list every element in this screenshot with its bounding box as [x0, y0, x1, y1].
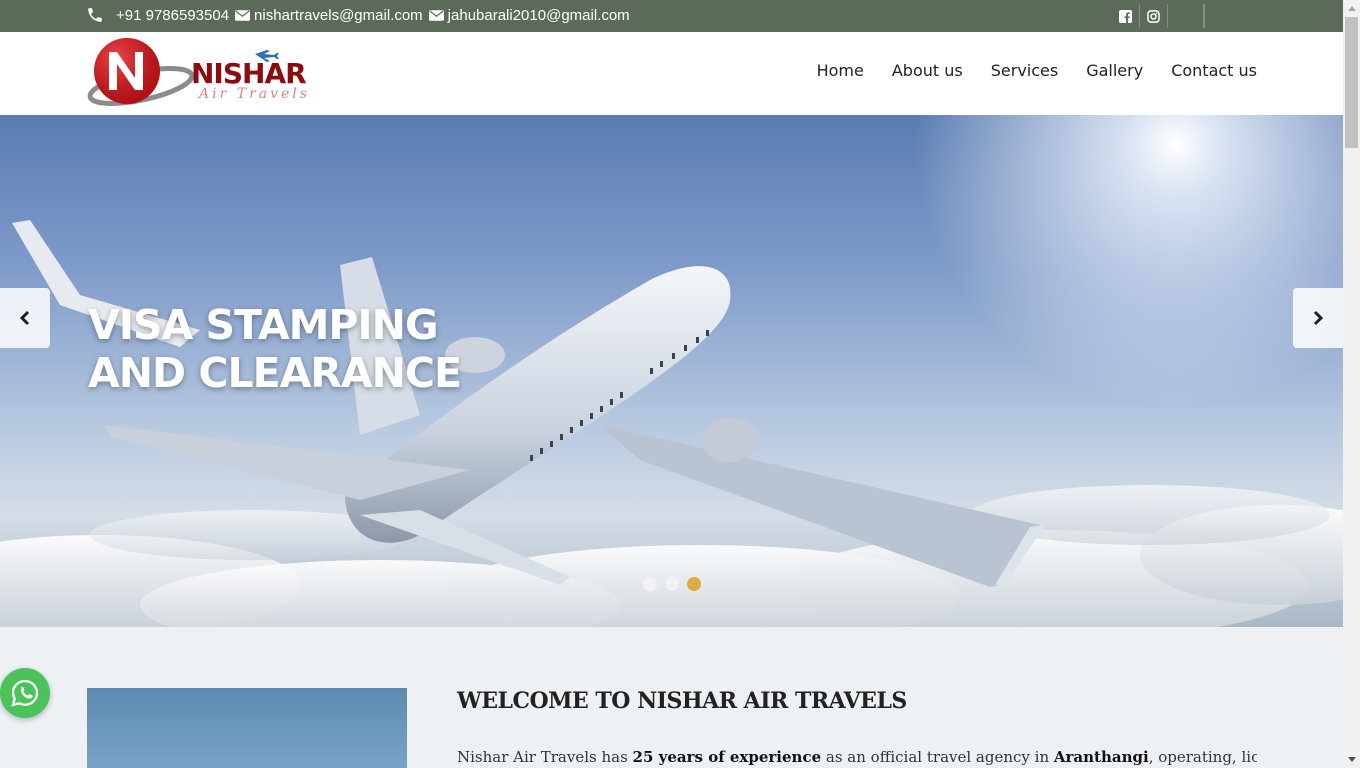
mail-icon	[235, 9, 251, 21]
welcome-title: WELCOME TO NISHAR AIR TRAVELS	[457, 688, 907, 714]
logo-tagline: Air Travels	[197, 86, 310, 102]
social-slot	[1168, 4, 1204, 28]
chevron-left-icon	[19, 310, 30, 326]
hero-title-line-1: VISA STAMPING	[88, 301, 439, 349]
slide-indicator-2[interactable]	[665, 577, 679, 591]
scrollbar-thumb[interactable]	[1345, 17, 1358, 148]
arrow-up-icon	[1347, 6, 1356, 11]
facebook-link[interactable]	[1112, 4, 1140, 28]
instagram-icon	[1147, 9, 1160, 23]
social-links	[1112, 4, 1236, 28]
phone-number[interactable]: +91 9786593504	[116, 7, 229, 24]
facebook-icon	[1119, 9, 1132, 23]
logo-emblem: NISHAR Air Travels	[87, 38, 310, 106]
slider-prev-button[interactable]	[0, 288, 50, 348]
nav-home[interactable]: Home	[817, 61, 864, 80]
scroll-up-button[interactable]	[1343, 0, 1360, 17]
slider-indicators	[643, 577, 701, 591]
hero-title: VISA STAMPING AND CLEARANCE	[88, 301, 508, 397]
whatsapp-icon	[11, 679, 39, 707]
page-scrollbar[interactable]	[1343, 0, 1360, 768]
social-slot	[1204, 4, 1236, 28]
instagram-link[interactable]	[1140, 4, 1168, 28]
nav-gallery[interactable]: Gallery	[1086, 61, 1143, 80]
top-bar: +91 9786593504 nishartravels@gmail.com j…	[0, 0, 1343, 32]
nav-about-us[interactable]: About us	[892, 61, 963, 80]
scroll-down-button[interactable]	[1343, 751, 1360, 768]
hero-slider: VISA STAMPING AND CLEARANCE	[0, 115, 1343, 627]
slide-indicator-1[interactable]	[643, 577, 657, 591]
site-header: NISHAR Air Travels Home About us Service…	[0, 32, 1343, 115]
slider-next-button[interactable]	[1293, 288, 1343, 348]
welcome-text-part: as an official travel agency in	[821, 748, 1054, 766]
chevron-right-icon	[1313, 310, 1324, 326]
welcome-text-bold: 25 years of experience	[632, 748, 822, 766]
email-link-1[interactable]: nishartravels@gmail.com	[254, 7, 423, 24]
mail-icon	[428, 9, 444, 21]
contact-info: +91 9786593504 nishartravels@gmail.com j…	[86, 6, 634, 24]
phone-icon	[88, 8, 102, 22]
email-link-2[interactable]: jahubarali2010@gmail.com	[448, 7, 630, 24]
welcome-text-part: , operating, licensed,	[1148, 748, 1257, 766]
welcome-text-part: Nishar Air Travels has	[457, 748, 633, 766]
nav-services[interactable]: Services	[991, 61, 1058, 80]
slide-indicator-3[interactable]	[687, 577, 701, 591]
arrow-down-icon	[1347, 757, 1356, 762]
nav-contact-us[interactable]: Contact us	[1171, 61, 1257, 80]
welcome-text: Nishar Air Travels has 25 years of exper…	[457, 748, 1257, 766]
site-logo[interactable]: NISHAR Air Travels	[87, 34, 347, 112]
main-nav: Home About us Services Gallery Contact u…	[789, 61, 1257, 80]
welcome-image	[87, 688, 407, 768]
welcome-text-bold: Aranthangi	[1053, 748, 1149, 766]
hero-title-line-2: AND CLEARANCE	[88, 349, 462, 397]
whatsapp-button[interactable]	[0, 668, 50, 718]
